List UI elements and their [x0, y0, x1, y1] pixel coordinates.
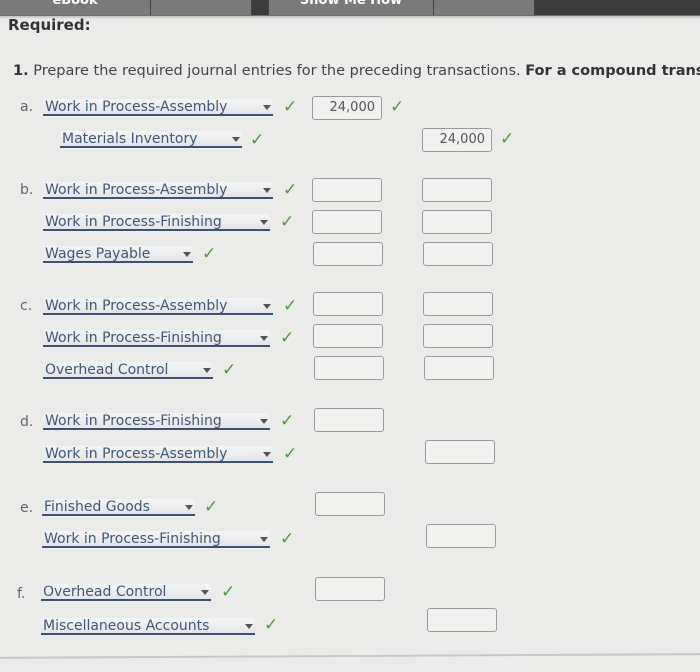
account-select[interactable]: Work in Process-Finishing	[42, 531, 270, 548]
credit-input[interactable]	[426, 524, 496, 548]
instruction-body: Prepare the required journal entries for…	[33, 63, 521, 79]
check-icon: ✓	[500, 129, 515, 149]
account-select[interactable]: Work in Process-Finishing	[43, 413, 270, 430]
credit-input[interactable]	[425, 440, 495, 464]
required-heading: Required:	[8, 16, 91, 34]
entry-d-letter: d.	[20, 414, 34, 430]
dropdown-caret-icon	[201, 590, 209, 595]
check-icon: ✓	[250, 130, 265, 150]
check-icon: ✓	[222, 360, 237, 380]
entry-e-letter: e.	[20, 500, 34, 516]
account-select-value: Materials Inventory	[62, 131, 198, 147]
account-select-value: Work in Process-Finishing	[45, 413, 222, 429]
account-select-value: Overhead Control	[45, 362, 169, 378]
dropdown-caret-icon	[263, 304, 271, 309]
check-icon: ✓	[202, 244, 217, 264]
account-select[interactable]: Work in Process-Assembly	[43, 99, 273, 116]
debit-input[interactable]	[314, 356, 384, 380]
account-select[interactable]: Materials Inventory	[60, 131, 242, 148]
check-icon: ✓	[264, 615, 279, 635]
account-select[interactable]: Work in Process-Assembly	[43, 298, 273, 315]
account-select-value: Work in Process-Finishing	[44, 531, 221, 547]
debit-input[interactable]	[313, 292, 383, 316]
dropdown-caret-icon	[183, 252, 191, 257]
check-icon: ✓	[280, 529, 295, 549]
credit-input[interactable]	[423, 324, 493, 348]
tab-separator	[252, 0, 269, 15]
debit-input[interactable]	[312, 178, 382, 202]
check-icon: ✓	[204, 497, 219, 517]
account-select-value: Work in Process-Assembly	[45, 182, 228, 198]
tab-dark-area	[535, 0, 700, 15]
credit-input[interactable]	[423, 292, 493, 316]
account-select-value: Work in Process-Finishing	[45, 330, 222, 346]
account-select-value: Work in Process-Assembly	[45, 298, 228, 314]
credit-input[interactable]	[427, 608, 497, 632]
entry-a-letter: a.	[20, 99, 34, 115]
check-icon: ✓	[280, 212, 295, 232]
dropdown-caret-icon	[203, 368, 211, 373]
check-icon: ✓	[280, 411, 295, 431]
tab-show-me-how[interactable]: Show Me How	[269, 0, 434, 15]
debit-input[interactable]	[313, 242, 383, 266]
check-icon: ✓	[390, 97, 405, 117]
account-select[interactable]: Work in Process-Finishing	[43, 214, 270, 231]
dropdown-caret-icon	[260, 419, 268, 424]
account-select-value: Wages Payable	[45, 246, 151, 262]
tab-ebook[interactable]: eBook	[0, 0, 151, 15]
entry-f-letter: f.	[17, 586, 26, 602]
instruction-bold: For a compound transac	[525, 63, 700, 79]
account-select-value: Work in Process-Finishing	[45, 214, 222, 230]
account-select-value: Work in Process-Assembly	[45, 446, 228, 462]
account-select-value: Finished Goods	[44, 499, 150, 515]
account-select[interactable]: Miscellaneous Accounts	[41, 618, 255, 635]
dropdown-caret-icon	[185, 505, 193, 510]
account-select-value: Overhead Control	[43, 584, 167, 600]
check-icon: ✓	[280, 328, 295, 348]
debit-input[interactable]	[312, 210, 382, 234]
dropdown-caret-icon	[263, 188, 271, 193]
check-icon: ✓	[283, 97, 298, 117]
tab-ebook-label: eBook	[52, 0, 98, 8]
credit-input[interactable]	[423, 242, 493, 266]
dropdown-caret-icon	[263, 452, 271, 457]
dropdown-caret-icon	[260, 220, 268, 225]
account-select[interactable]: Wages Payable	[43, 246, 193, 263]
credit-input[interactable]: 24,000	[422, 128, 492, 152]
instruction-text: 1. Prepare the required journal entries …	[13, 63, 700, 79]
dropdown-caret-icon	[245, 624, 253, 629]
check-icon: ✓	[221, 582, 236, 602]
debit-input[interactable]	[315, 492, 385, 516]
tab-show-me-how-label: Show Me How	[299, 0, 403, 8]
credit-input[interactable]	[422, 178, 492, 202]
account-select-value: Miscellaneous Accounts	[43, 618, 210, 634]
dropdown-caret-icon	[263, 105, 271, 110]
debit-input[interactable]	[314, 408, 384, 432]
debit-input[interactable]: 24,000	[312, 96, 382, 120]
credit-input[interactable]	[422, 210, 492, 234]
tab-blank-2[interactable]	[434, 0, 535, 15]
check-icon: ✓	[283, 296, 298, 316]
dropdown-caret-icon	[260, 537, 268, 542]
account-select[interactable]: Work in Process-Finishing	[43, 330, 270, 347]
credit-input[interactable]	[424, 356, 494, 380]
debit-input[interactable]	[315, 577, 385, 601]
dropdown-caret-icon	[232, 137, 240, 142]
account-select[interactable]: Work in Process-Assembly	[43, 182, 273, 199]
dropdown-caret-icon	[260, 336, 268, 341]
account-select-value: Work in Process-Assembly	[45, 99, 228, 115]
account-select[interactable]: Finished Goods	[42, 499, 195, 516]
account-select[interactable]: Overhead Control	[41, 584, 211, 601]
debit-input[interactable]	[313, 324, 383, 348]
entry-b-letter: b.	[20, 182, 34, 198]
entry-c-letter: c.	[20, 298, 33, 314]
check-icon: ✓	[283, 180, 298, 200]
account-select[interactable]: Work in Process-Assembly	[43, 446, 273, 463]
tab-blank-1[interactable]	[151, 0, 252, 15]
section-divider	[0, 653, 700, 659]
account-select[interactable]: Overhead Control	[43, 362, 213, 379]
check-icon: ✓	[283, 444, 298, 464]
instruction-number: 1.	[13, 63, 29, 79]
toolbar-shadow	[0, 16, 700, 19]
